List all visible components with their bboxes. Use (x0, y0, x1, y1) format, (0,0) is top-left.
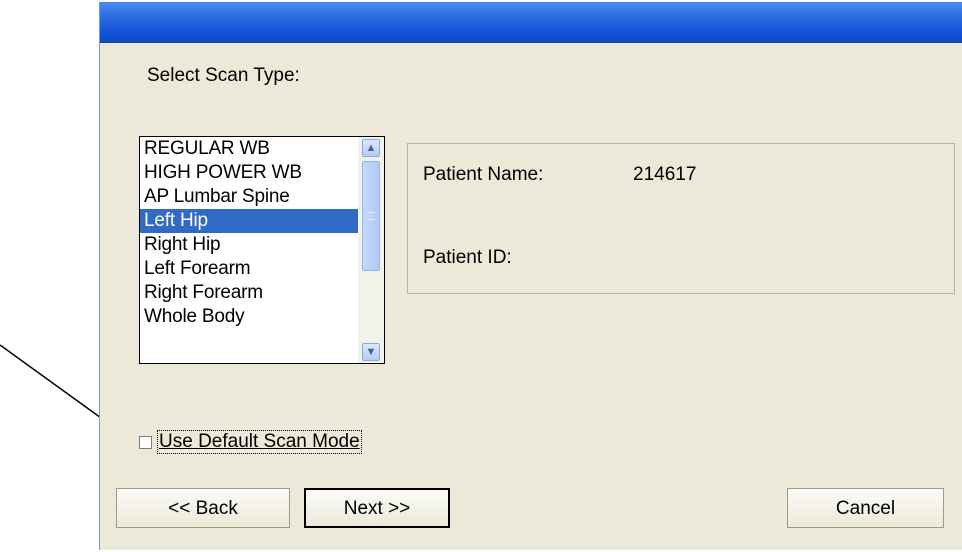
scan-type-item[interactable]: HIGH POWER WB (140, 161, 358, 185)
patient-name-label: Patient Name: (423, 164, 544, 185)
scan-type-item[interactable]: REGULAR WB (140, 137, 358, 161)
scan-type-item[interactable]: Right Forearm (140, 281, 358, 305)
select-scan-type-label: Select Scan Type: (147, 65, 300, 86)
next-button[interactable]: Next >> (304, 488, 450, 528)
chevron-up-icon: ▲ (365, 142, 377, 154)
scan-type-item[interactable]: Left Forearm (140, 257, 358, 281)
patient-name-value: 214617 (633, 164, 697, 185)
title-bar[interactable] (100, 2, 962, 43)
screenshot: Select Scan Type: REGULAR WB HIGH POWER W… (0, 0, 962, 552)
scan-type-dialog: Select Scan Type: REGULAR WB HIGH POWER W… (99, 2, 962, 550)
cancel-button[interactable]: Cancel (787, 488, 944, 528)
use-default-scan-mode-label[interactable]: Use Default Scan Mode (157, 430, 362, 454)
scroll-down-button[interactable]: ▼ (362, 343, 380, 361)
patient-id-label: Patient ID: (423, 247, 512, 268)
scrollbar-thumb[interactable] (362, 161, 380, 271)
chevron-down-icon: ▼ (365, 346, 377, 358)
scan-type-listbox[interactable]: REGULAR WB HIGH POWER WB AP Lumbar Spine Le… (139, 136, 385, 364)
scrollbar-grip (367, 212, 375, 220)
scan-type-item[interactable]: Left Hip (140, 209, 358, 233)
back-button[interactable]: << Back (116, 488, 290, 528)
scan-type-item[interactable]: AP Lumbar Spine (140, 185, 358, 209)
scan-type-item[interactable]: Right Hip (140, 233, 358, 257)
use-default-scan-mode-checkbox[interactable] (139, 436, 152, 449)
scan-type-list[interactable]: REGULAR WB HIGH POWER WB AP Lumbar Spine Le… (140, 137, 358, 363)
scroll-up-button[interactable]: ▲ (362, 139, 380, 157)
scan-type-item[interactable]: Whole Body (140, 305, 358, 329)
patient-info-group: Patient Name: 214617 Patient ID: (407, 143, 955, 294)
listbox-scrollbar[interactable]: ▲ ▼ (358, 137, 384, 363)
